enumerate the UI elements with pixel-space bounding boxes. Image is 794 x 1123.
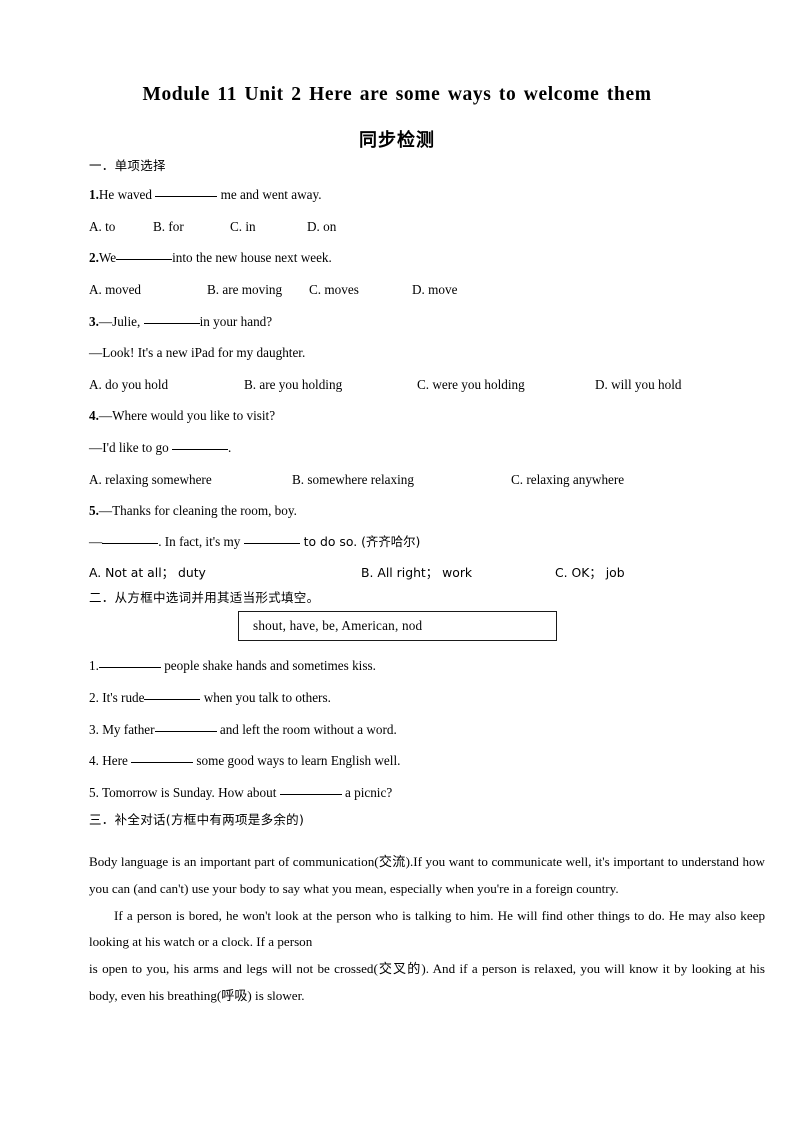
question-2-option-c[interactable]: C. moves	[309, 281, 412, 298]
question-2-options: A. moved B. are moving C. moves D. move	[89, 281, 765, 298]
question-2-stem: 2.We into the new house next week.	[89, 249, 765, 266]
question-4-blank	[171, 449, 228, 451]
fill-item-2: 2. It's rude when you talk to others.	[89, 689, 765, 706]
section-3-heading: 三．补全对话(方框中有两项是多余的)	[89, 812, 305, 828]
question-5-option-b[interactable]: B. All right； work	[361, 565, 555, 581]
question-3-stem: 3.—Julie, in your hand?	[89, 313, 765, 330]
question-4-option-a[interactable]: A. relaxing somewhere	[89, 471, 292, 488]
fill-item-1-blank	[98, 667, 161, 669]
fill-item-2-before: It's rude	[102, 689, 145, 705]
question-5-stem-line1: 5.—Thanks for cleaning the room, boy.	[89, 502, 765, 519]
question-1-blank	[155, 195, 218, 197]
fill-item-2-number: 2.	[89, 689, 99, 705]
word-bank-box: shout, have, be, American, nod	[238, 611, 557, 642]
question-1-option-c[interactable]: C. in	[230, 218, 307, 235]
question-1-option-b[interactable]: B. for	[153, 218, 230, 235]
question-3-options: A. do you hold B. are you holding C. were …	[89, 376, 765, 393]
passage-paragraph-2: If a person is bored, he won't look at t…	[89, 907, 765, 950]
fill-item-5-blank	[279, 793, 342, 795]
question-5-option-a[interactable]: A. Not at all； duty	[89, 565, 361, 581]
question-1-options: A. to B. for C. in D. on	[89, 218, 765, 235]
question-5-options: A. Not at all； duty B. All right； work C. …	[89, 564, 765, 581]
question-1-text-after: me and went away.	[217, 186, 322, 202]
question-3-option-b[interactable]: B. are you holding	[244, 376, 417, 393]
fill-item-1-number: 1.	[89, 658, 99, 674]
question-4-options: A. relaxing somewhere B. somewhere relaxi…	[89, 471, 765, 488]
section-1-heading: 一．单项选择	[89, 158, 166, 173]
question-4-stem-line1: 4.—Where would you like to visit?	[89, 407, 765, 424]
question-1-option-a[interactable]: A. to	[89, 218, 153, 235]
fill-item-2-after: when you talk to others.	[200, 689, 331, 705]
passage-paragraph-1: Body language is an important part of co…	[89, 853, 765, 896]
question-3-number: 3.	[89, 313, 99, 329]
fill-item-3-number: 3.	[89, 721, 99, 737]
section-2-heading: 二．从方框中选词并用其适当形式填空。	[89, 590, 320, 606]
question-5-text-mid: . In fact, it's my	[158, 533, 244, 549]
fill-item-4: 4. Here some good ways to learn English …	[89, 752, 765, 769]
fill-item-4-number: 4.	[89, 753, 99, 769]
question-4-text-line1: —Where would you like to visit?	[98, 408, 276, 424]
fill-item-4-blank	[131, 762, 194, 764]
question-3-option-c[interactable]: C. were you holding	[417, 376, 595, 393]
page-title: Module 11 Unit 2 Here are some ways to w…	[142, 84, 652, 105]
question-1-stem: 1.He waved me and went away.	[89, 186, 765, 203]
fill-item-1: 1. people shake hands and sometimes kiss…	[89, 657, 765, 674]
question-3-stem-line2: —Look! It's a new iPad for my daughter.	[89, 345, 306, 361]
question-5-text-after: to do so. (齐齐哈尔)	[299, 533, 421, 549]
question-2-option-d[interactable]: D. move	[412, 281, 457, 298]
question-4-option-b[interactable]: B. somewhere relaxing	[292, 471, 511, 488]
fill-item-3-blank	[154, 730, 217, 732]
document-body: 一．单项选择 1.He waved me and went away. A. t…	[89, 158, 765, 1010]
question-5-option-c[interactable]: C. OK； job	[555, 565, 625, 581]
fill-item-1-after: people shake hands and sometimes kiss.	[160, 658, 376, 674]
question-3-text-after: in your hand?	[199, 313, 273, 329]
question-5-stem-line2: — . In fact, it's my to do so. (齐齐哈尔)	[89, 533, 765, 550]
fill-item-2-blank	[144, 698, 201, 700]
question-2-text-before: We	[98, 250, 117, 266]
question-4-stem-line2: —I'd like to go .	[89, 439, 765, 456]
question-3-option-d[interactable]: D. will you hold	[595, 376, 681, 393]
question-4-option-c[interactable]: C. relaxing anywhere	[511, 471, 624, 488]
word-bank-text: shout, have, be, American, nod	[253, 618, 423, 634]
fill-item-5-after: a picnic?	[341, 784, 393, 800]
question-1-option-d[interactable]: D. on	[307, 218, 336, 235]
fill-item-4-before: Here	[102, 753, 132, 769]
fill-item-5-number: 5.	[89, 784, 99, 800]
fill-item-3-after: and left the room without a word.	[216, 721, 397, 737]
question-4-number: 4.	[89, 408, 99, 424]
question-5-blank-1	[102, 542, 159, 544]
question-2-blank	[116, 259, 173, 261]
fill-item-3-before: My father	[102, 721, 155, 737]
question-2-option-a[interactable]: A. moved	[89, 281, 207, 298]
page-subtitle: 同步检测	[359, 130, 435, 151]
question-4-text-after: .	[227, 440, 232, 456]
question-5-text-line1: —Thanks for cleaning the room, boy.	[98, 503, 297, 519]
reading-passage: Body language is an important part of co…	[89, 849, 765, 1010]
question-1-text-before: He waved	[98, 186, 156, 202]
question-2-option-b[interactable]: B. are moving	[207, 281, 309, 298]
question-3-text-before: —Julie,	[98, 313, 144, 329]
fill-item-3: 3. My father and left the room without a…	[89, 721, 765, 738]
fill-item-5: 5. Tomorrow is Sunday. How about a picni…	[89, 784, 765, 801]
question-5-text-before: —	[89, 533, 103, 549]
question-4-text-before: —I'd like to go	[89, 440, 172, 456]
fill-item-5-before: Tomorrow is Sunday. How about	[101, 784, 280, 800]
document-page: Module 11 Unit 2 Here are some ways to w…	[0, 0, 794, 1123]
question-3-option-a[interactable]: A. do you hold	[89, 376, 244, 393]
question-5-number: 5.	[89, 503, 99, 519]
word-bank-container: shout, have, be, American, nod	[89, 611, 765, 647]
passage-paragraph-3: is open to you, his arms and legs will n…	[89, 961, 765, 1004]
fill-item-4-after: some good ways to learn English well.	[193, 753, 401, 769]
question-2-text-after: into the new house next week.	[172, 250, 332, 266]
question-2-number: 2.	[89, 250, 99, 266]
question-5-blank-2	[243, 542, 300, 544]
question-1-number: 1.	[89, 186, 99, 202]
question-3-blank	[143, 322, 200, 324]
